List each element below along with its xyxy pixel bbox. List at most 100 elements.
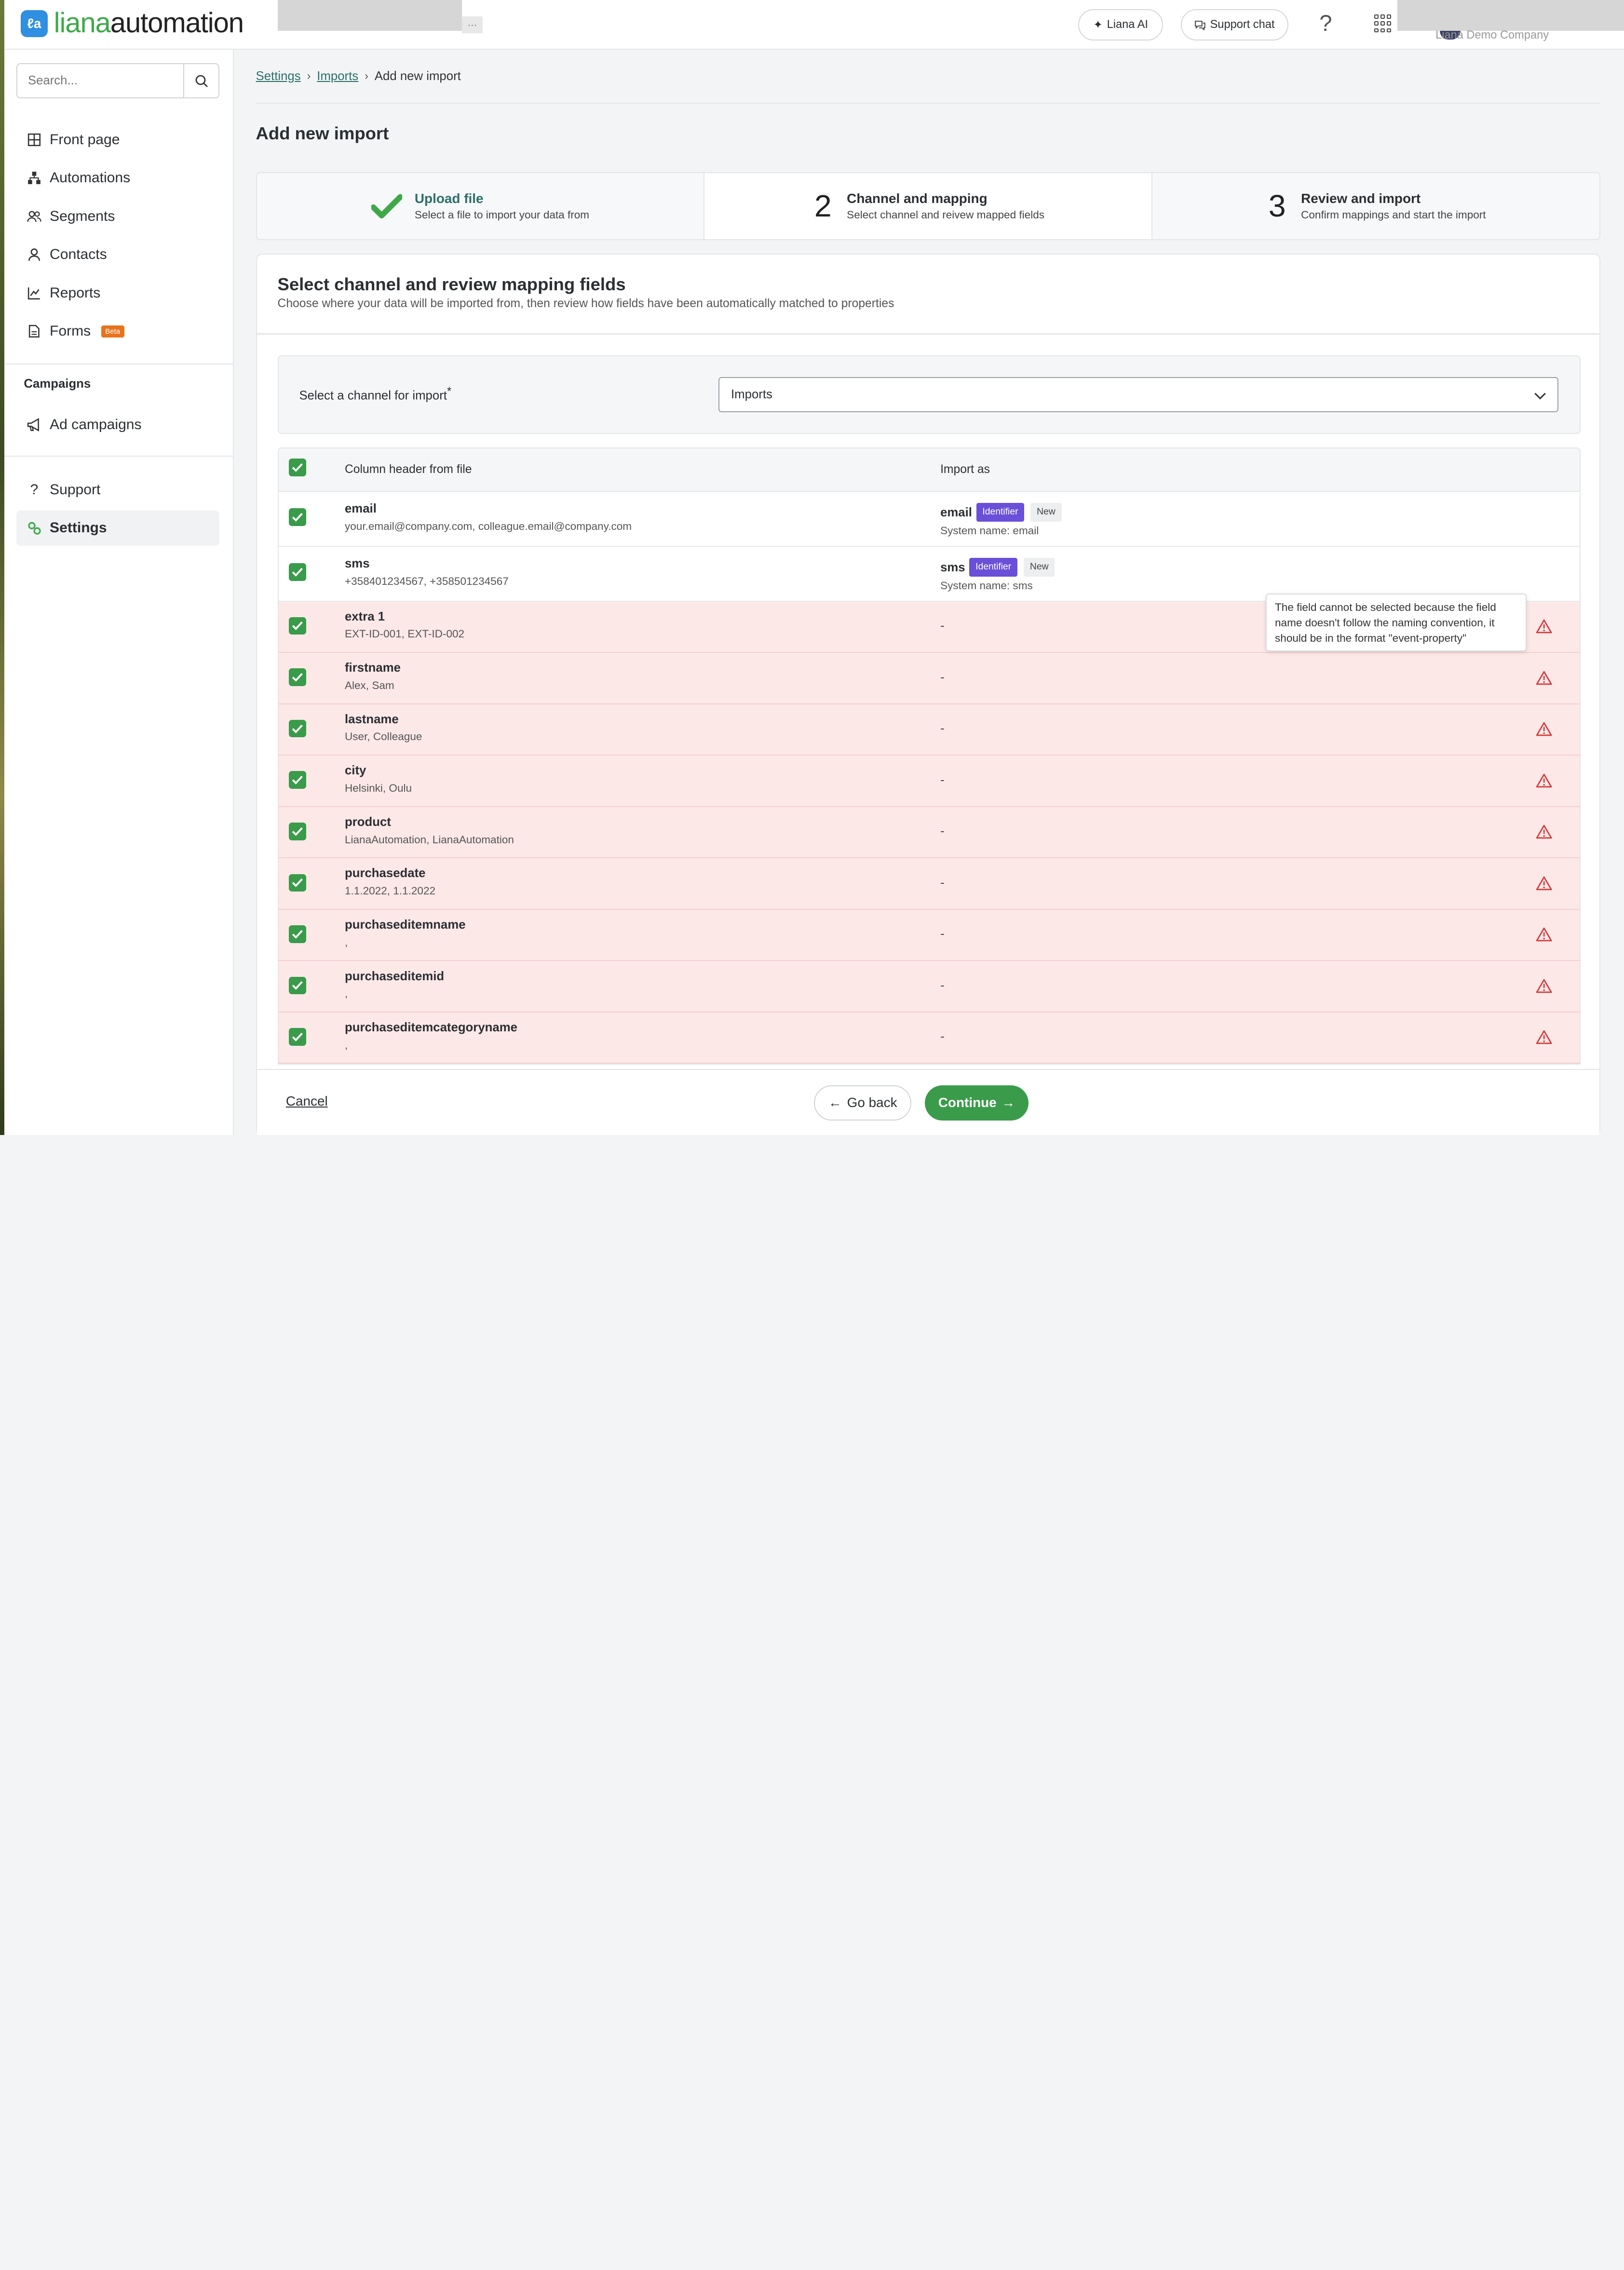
field-name: purchaseditemcategoryname: [344, 1021, 517, 1035]
import-as-cell[interactable]: email Identifier New System name: email: [940, 502, 1062, 537]
step-review-import[interactable]: 3 Review and import Confirm mappings and…: [1152, 173, 1599, 240]
go-back-button[interactable]: ← Go back: [814, 1085, 912, 1121]
source-column: email your.email@company.com, colleague.e…: [345, 502, 632, 533]
system-name: System name: sms: [940, 580, 1033, 592]
row-checkbox[interactable]: [288, 874, 307, 892]
search-button[interactable]: [183, 64, 218, 98]
select-all-checkbox[interactable]: [288, 459, 307, 476]
source-column: purchaseditemname,: [345, 918, 466, 949]
redacted-area: [277, 0, 462, 31]
row-checkbox[interactable]: [288, 508, 307, 526]
support-chat-button[interactable]: Support chat: [1180, 9, 1289, 41]
sidebar-item-reports[interactable]: Reports: [16, 275, 219, 311]
sidebar-item-label: Forms: [50, 323, 91, 339]
breadcrumb-link-imports[interactable]: Imports: [317, 69, 358, 83]
warning-icon[interactable]: [1536, 773, 1552, 788]
identifier-tag: Identifier: [976, 502, 1025, 522]
warning-icon[interactable]: [1536, 722, 1552, 736]
row-checkbox[interactable]: [288, 719, 307, 738]
divider: [256, 102, 1600, 104]
liana-ai-button[interactable]: ✦ Liana AI: [1078, 9, 1164, 41]
breadcrumb-link-settings[interactable]: Settings: [256, 69, 301, 83]
sidebar-item-segments[interactable]: Segments: [16, 199, 219, 234]
required-mark: *: [447, 385, 452, 398]
field-sample: 1.1.2022, 1.1.2022: [344, 885, 436, 897]
app-logo[interactable]: ℓa lianaautomation: [20, 10, 244, 38]
row-checkbox[interactable]: [288, 925, 307, 943]
import-as-cell[interactable]: sms Identifier New System name: sms: [940, 557, 1055, 592]
sidebar-divider: [4, 456, 233, 457]
step-subtitle: Confirm mappings and start the import: [1301, 208, 1486, 221]
field-name: email: [344, 502, 377, 516]
search-input[interactable]: [17, 64, 184, 98]
sidebar-item-label: Reports: [50, 284, 101, 301]
table-row: city Helsinki, Oulu -: [278, 756, 1580, 807]
row-checkbox[interactable]: [288, 1028, 307, 1046]
sidebar-item-automations[interactable]: Automations: [16, 161, 219, 196]
logo-mark-icon: ℓa: [20, 10, 48, 38]
source-column: purchaseditemcategoryname,: [345, 1021, 517, 1052]
source-column: purchasedate 1.1.2022, 1.1.2022: [345, 866, 435, 897]
row-checkbox[interactable]: [288, 668, 307, 686]
gears-icon: [27, 521, 41, 535]
row-checkbox[interactable]: [288, 976, 307, 995]
step-number: 2: [814, 189, 832, 224]
redacted-area: [1397, 0, 1624, 31]
company-name[interactable]: Liana Demo Company: [1435, 29, 1549, 42]
breadcrumb-current: Add new import: [374, 69, 461, 83]
check-icon: [292, 878, 303, 888]
campaigns-heading: Campaigns: [24, 377, 91, 391]
card-subtitle: Choose where your data will be imported …: [277, 297, 894, 311]
table-row: firstname Alex, Sam -: [278, 653, 1580, 704]
sidebar-item-support[interactable]: ? Support: [16, 472, 219, 507]
row-checkbox[interactable]: [288, 617, 307, 635]
row-checkbox[interactable]: [288, 563, 307, 581]
source-column: city Helsinki, Oulu: [345, 764, 412, 795]
sidebar-item-contacts[interactable]: Contacts: [16, 237, 219, 272]
chevron-right-icon: ›: [365, 69, 368, 82]
field-sample: ,: [344, 987, 348, 1000]
warning-icon[interactable]: [1536, 619, 1552, 634]
channel-label: Select a channel for import*: [299, 385, 452, 403]
channel-section: Select a channel for import* Imports: [277, 355, 1581, 434]
warning-icon[interactable]: [1536, 979, 1552, 993]
sidebar-item-ad-campaigns[interactable]: Ad campaigns: [16, 407, 219, 442]
search-icon: [195, 75, 208, 87]
field-sample: ,: [344, 936, 348, 948]
continue-button[interactable]: Continue →: [925, 1085, 1029, 1121]
step-subtitle: Select a file to import your data from: [414, 208, 590, 221]
sidebar-item-label: Automations: [50, 170, 131, 186]
warning-icon[interactable]: [1536, 927, 1552, 942]
sidebar-item-settings[interactable]: Settings: [16, 510, 220, 546]
sidebar-item-forms[interactable]: Forms Beta: [16, 314, 219, 349]
warning-icon[interactable]: [1536, 1030, 1552, 1044]
row-checkbox[interactable]: [288, 771, 307, 789]
source-column: sms +358401234567, +358501234567: [345, 557, 509, 588]
table-row: purchaseditemcategoryname, -: [278, 1012, 1580, 1064]
card-title: Select channel and review mapping fields: [277, 274, 626, 295]
cancel-link[interactable]: Cancel: [286, 1094, 328, 1109]
sitemap-icon: [27, 171, 41, 185]
table-row: email your.email@company.com, colleague.e…: [278, 491, 1580, 547]
sidebar-item-label: Ad campaigns: [50, 416, 142, 432]
naming-convention-tooltip: The field cannot be selected because the…: [1265, 593, 1527, 652]
field-sample: +358401234567, +358501234567: [344, 575, 509, 587]
row-checkbox[interactable]: [288, 823, 307, 840]
channel-select[interactable]: Imports: [718, 377, 1559, 412]
sidebar-item-label: Segments: [50, 208, 115, 224]
step-upload-file[interactable]: Upload file Select a file to import your…: [257, 173, 705, 240]
step-title: Upload file: [414, 191, 484, 206]
check-icon: [292, 673, 303, 682]
step-channel-mapping[interactable]: 2 Channel and mapping Select channel and…: [704, 173, 1152, 240]
app-launcher-icon[interactable]: [1374, 14, 1393, 33]
field-name: firstname: [344, 661, 401, 675]
import-property-name: sms: [940, 561, 965, 575]
help-icon[interactable]: ?: [1313, 10, 1339, 37]
warning-icon[interactable]: [1536, 824, 1552, 839]
warning-icon[interactable]: [1536, 671, 1552, 685]
sidebar-item-front-page[interactable]: Front page: [16, 122, 219, 157]
warning-icon[interactable]: [1536, 876, 1552, 891]
import-as-empty: -: [940, 1030, 945, 1044]
desktop-edge: [0, 0, 4, 1135]
megaphone-icon: [27, 418, 41, 432]
